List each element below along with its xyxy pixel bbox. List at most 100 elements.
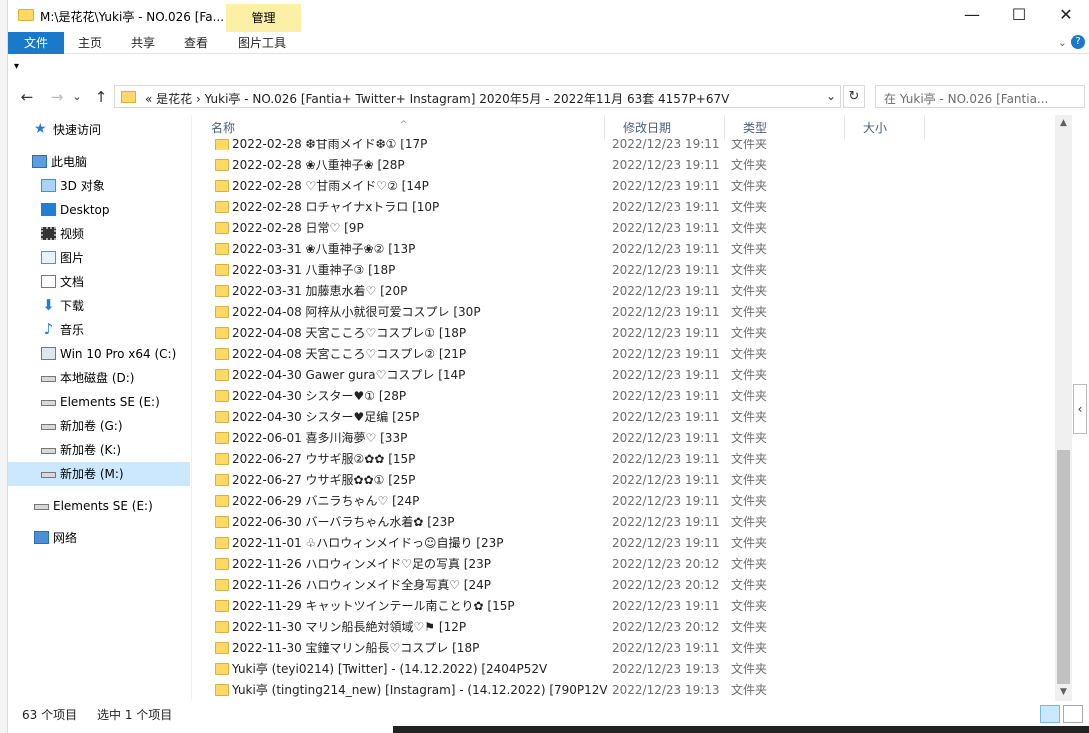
sidebar-item[interactable]: 本地磁盘 (D:) [8,366,190,390]
qat-dropdown-icon[interactable]: ▾ [14,61,19,72]
sidebar-item[interactable]: 此电脑 [8,150,190,174]
sidebar-item[interactable]: 3D 对象 [8,174,190,198]
file-row[interactable]: 2022-06-27 ウサギ服✿✿① [25P 2022/12/23 19:11 文… [211,470,1047,491]
column-date[interactable]: 修改日期 [605,115,725,139]
file-row[interactable]: 2022-04-08 天宮こころ♡コスプレ② [21P 2022/12/23 19… [211,344,1047,365]
file-date: 2022/12/23 19:11 [612,200,720,214]
tab-view[interactable]: 查看 [178,32,214,54]
file-date: 2022/12/23 20:12 [612,578,720,592]
preview-pane-toggle[interactable]: ‹ [1073,384,1087,434]
file-row[interactable]: 2022-11-30 マリン船長絶対領域♡⚑ [12P 2022/12/23 20… [211,617,1047,638]
address-dropdown-icon[interactable]: ⌄ [826,89,836,103]
sidebar-item-label: 新加卷 (M:) [60,467,124,481]
sidebar-item[interactable]: 视频 [8,222,190,246]
sidebar-item-label: Elements SE (E:) [60,395,160,409]
column-type[interactable]: 类型 [725,115,845,139]
back-button[interactable]: ← [16,87,38,107]
file-row[interactable]: 2022-11-30 宝鐘マリン船長♡コスプレ [18P 2022/12/23 1… [211,638,1047,659]
file-row[interactable]: 2022-03-31 ❀八重神子❀② [13P 2022/12/23 19:11 文… [211,239,1047,260]
file-row[interactable]: Yuki亭 (teyi0214) [Twitter] - (14.12.2022… [211,659,1047,680]
window-title: M:\是花花\Yuki亭 - NO.026 [Fa... [40,10,224,24]
sidebar-item[interactable]: Elements SE (E:) [8,494,190,518]
file-name: 2022-06-27 ウサギ服②✿✿ [15P [232,452,416,466]
tab-picture-tools[interactable]: 图片工具 [230,32,294,54]
sidebar-item-label: 网络 [53,531,78,545]
sidebar-item[interactable]: ★ 快速访问 [8,118,190,142]
folder-icon [215,285,229,297]
video-icon [41,227,56,240]
file-row[interactable]: 2022-02-28 ♡甘雨メイド♡② [14P 2022/12/23 19:11… [211,176,1047,197]
file-row[interactable]: 2022-03-31 加藤恵水着♡ [20P 2022/12/23 19:11 文件… [211,281,1047,302]
column-name[interactable]: 名称 ^ [193,115,605,139]
file-type: 文件夹 [731,431,768,445]
file-row[interactable]: 2022-06-27 ウサギ服②✿✿ [15P 2022/12/23 19:11 文… [211,449,1047,470]
scroll-thumb[interactable] [1057,450,1070,684]
file-row[interactable]: 2022-11-26 ハロウィンメイド♡足の写真 [23P 2022/12/23 … [211,554,1047,575]
up-button[interactable]: ↑ [90,87,112,107]
file-row[interactable]: 2022-11-29 キャットツインテール南ことり✿ [15P 2022/12/2… [211,596,1047,617]
search-input[interactable]: 在 Yuki亭 - NO.026 [Fantia... [875,85,1085,108]
address-bar[interactable]: « 是花花 › Yuki亭 - NO.026 [Fantia+ Twitter+… [114,85,841,108]
sidebar-item-label: Win 10 Pro x64 (C:) [60,347,177,361]
file-row[interactable]: 2022-06-29 バニラちゃん♡ [24P 2022/12/23 19:11 文… [211,491,1047,512]
sidebar-item[interactable]: 文档 [8,270,190,294]
vertical-scrollbar[interactable]: ▲ ▼ [1055,115,1072,701]
column-size[interactable]: 大小 [845,115,925,139]
sidebar-item[interactable]: 网络 [8,526,190,550]
file-row[interactable]: 2022-11-01 ♧ハロウィンメイドっ☺自撮り [23P 2022/12/23… [211,533,1047,554]
file-name: 2022-04-30 Gawer gura♡コスプレ [14P [232,368,466,382]
sidebar-item[interactable]: 图片 [8,246,190,270]
sidebar-item[interactable]: 新加卷 (G:) [8,414,190,438]
file-row[interactable]: 2022-04-08 天宮こころ♡コスプレ① [18P 2022/12/23 19… [211,323,1047,344]
folder-icon [215,642,229,654]
refresh-button[interactable]: ↻ [843,85,865,108]
file-row[interactable]: 2022-06-30 バーバラちゃん水着✿ [23P 2022/12/23 19:… [211,512,1047,533]
file-row[interactable]: Yuki亭 (tingting214_new) [Instagram] - (1… [211,680,1047,701]
sidebar-item-label: 下载 [60,299,85,313]
documents-icon [41,275,56,288]
scroll-up-icon[interactable]: ▲ [1055,115,1072,132]
file-row[interactable]: 2022-04-30 シスター♥① [28P 2022/12/23 19:11 文件… [211,386,1047,407]
ribbon-expand-icon[interactable]: ⌄ [1058,36,1067,49]
close-button[interactable]: ✕ [1043,0,1089,32]
large-icons-view-icon[interactable] [1063,705,1083,723]
sidebar-item[interactable]: Win 10 Pro x64 (C:) [8,342,190,366]
manage-context-tab[interactable]: 管理 [226,4,301,32]
tab-share[interactable]: 共享 [125,32,161,54]
sidebar-item[interactable]: Desktop [8,198,190,222]
file-row[interactable]: 2022-04-08 阿梓从小就很可爱コスプレ [30P 2022/12/23 1… [211,302,1047,323]
minimize-button[interactable]: — [949,0,995,32]
help-icon[interactable]: ? [1071,35,1085,49]
details-view-icon[interactable] [1040,705,1060,723]
download-icon: ⬇ [42,296,55,314]
sidebar-item[interactable]: Elements SE (E:) [8,390,190,414]
sidebar-item[interactable]: 新加卷 (K:) [8,438,190,462]
file-row[interactable]: 2022-02-28 ❀八重神子❀ [28P 2022/12/23 19:11 文件… [211,155,1047,176]
file-date: 2022/12/23 19:11 [612,473,720,487]
recent-locations-icon[interactable]: ⌄ [70,87,84,107]
file-name: 2022-02-28 日常♡ [9P [232,221,364,235]
file-row[interactable]: 2022-04-30 シスター♥足编 [25P 2022/12/23 19:11 文… [211,407,1047,428]
tab-home[interactable]: 主页 [72,32,108,54]
sidebar-item[interactable]: ♪ 音乐 [8,318,190,342]
sidebar-item[interactable]: ⬇ 下载 [8,294,190,318]
sidebar-item[interactable]: 新加卷 (M:) [8,462,190,486]
windows-drive-icon [41,347,56,360]
file-row[interactable]: 2022-02-28 日常♡ [9P 2022/12/23 19:11 文件夹 [211,218,1047,239]
file-row[interactable]: 2022-03-31 八重神子③ [18P 2022/12/23 19:11 文件夹 [211,260,1047,281]
file-row[interactable]: 2022-04-30 Gawer gura♡コスプレ [14P 2022/12/2… [211,365,1047,386]
file-row[interactable]: 2022-02-28 ロチャイナxトラロ [10P 2022/12/23 19:1… [211,197,1047,218]
pictures-icon [41,251,56,264]
file-row[interactable]: 2022-02-28 ❆甘雨メイド❆① [17P 2022/12/23 19:11… [211,139,1047,150]
maximize-button[interactable]: ☐ [996,0,1042,32]
sidebar-item-label: 文档 [60,275,85,289]
file-type: 文件夹 [731,641,768,655]
address-path[interactable]: « 是花花 › Yuki亭 - NO.026 [Fantia+ Twitter+… [145,90,729,107]
scroll-down-icon[interactable]: ▼ [1055,684,1072,701]
file-row[interactable]: 2022-11-26 ハロウィンメイド全身写真♡ [24P 2022/12/23 … [211,575,1047,596]
file-date: 2022/12/23 19:11 [612,284,720,298]
forward-button[interactable]: → [46,87,68,107]
file-row[interactable]: 2022-06-01 喜多川海夢♡ [33P 2022/12/23 19:11 文件… [211,428,1047,449]
tab-file[interactable]: 文件 [8,32,64,54]
music-icon: ♪ [43,320,54,338]
